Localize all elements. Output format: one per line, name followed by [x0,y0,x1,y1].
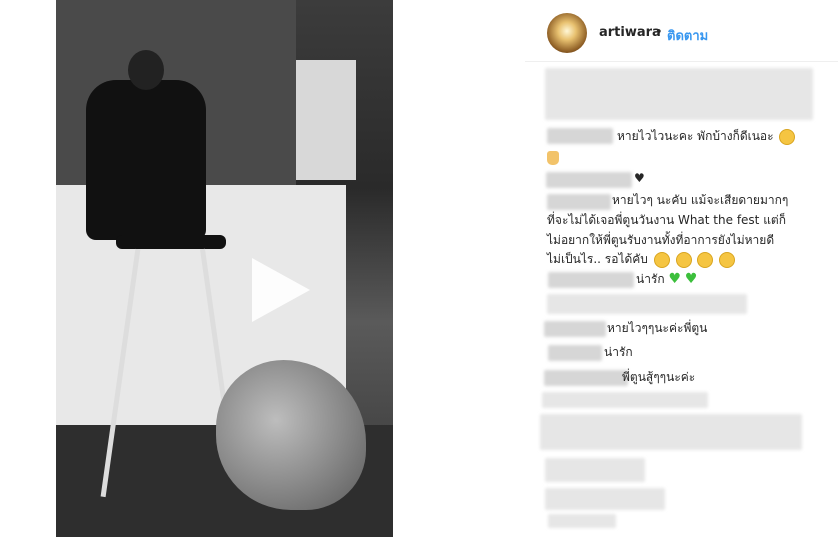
comment-text: น่ารัก [604,345,633,359]
comment-blurred [545,488,665,510]
heart-emoji: ♥ [668,271,682,287]
video-person-head [128,50,164,90]
avatar[interactable] [547,13,587,53]
smile-emoji [653,251,670,268]
comment-text: น่ารัก ♥ ♥ [636,269,697,290]
comment-text: หายไวๆๆนะค่ะพี่ตูน [607,321,708,335]
smile-emoji [779,128,796,145]
comment-author-blurred[interactable] [546,172,632,188]
comment-blurred [545,458,645,482]
follow-button[interactable]: ติดตาม [667,25,708,46]
hand-emoji [547,150,559,165]
comment-blurred [548,514,616,528]
smile-emoji [675,251,692,268]
comment-text: หายไวไวนะคะ พักบ้างก็ดีเนอะ [617,126,796,147]
comment-blurred [547,294,747,314]
comment-text: พี่ตูนสู้ๆๆนะค่ะ [622,370,696,384]
separator-dot: • [655,25,663,40]
username-link[interactable]: artiwara [599,25,661,40]
heart-emoji: ♥ [684,271,698,287]
play-icon[interactable] [252,258,310,322]
video-person [86,80,206,240]
comment-blurred [540,414,802,450]
comment-author-blurred[interactable] [548,345,602,361]
header-divider [525,61,838,62]
comment-text-line: ไม่อยากให้พี่ตูนรับงานทั้งที่อาการยังไม่… [547,233,775,247]
comment-text-line: ไม่เป็นไร.. รอได้คับ [547,249,736,270]
comment-text: ♥ [634,171,645,185]
comment-author-blurred[interactable] [547,128,613,144]
video-stool-seat [116,235,226,249]
video-wall-note [296,60,356,180]
comment-author-blurred[interactable] [544,370,628,386]
video-player[interactable] [56,0,393,537]
comment-emoji-line [547,147,559,168]
caption-blurred [545,68,813,120]
comment-author-blurred[interactable] [548,272,634,288]
comment-author-blurred[interactable] [544,321,606,337]
smile-emoji [719,251,736,268]
comment-text-line: หายไวๆ นะคับ แม้จะเสียดายมากๆ [612,193,789,207]
comment-text-line: ที่จะไม่ได้เจอพี่ตูนวันงาน What the fest… [547,213,786,227]
smile-emoji [697,251,714,268]
comment-blurred [542,392,708,408]
comment-author-blurred[interactable] [547,194,611,210]
